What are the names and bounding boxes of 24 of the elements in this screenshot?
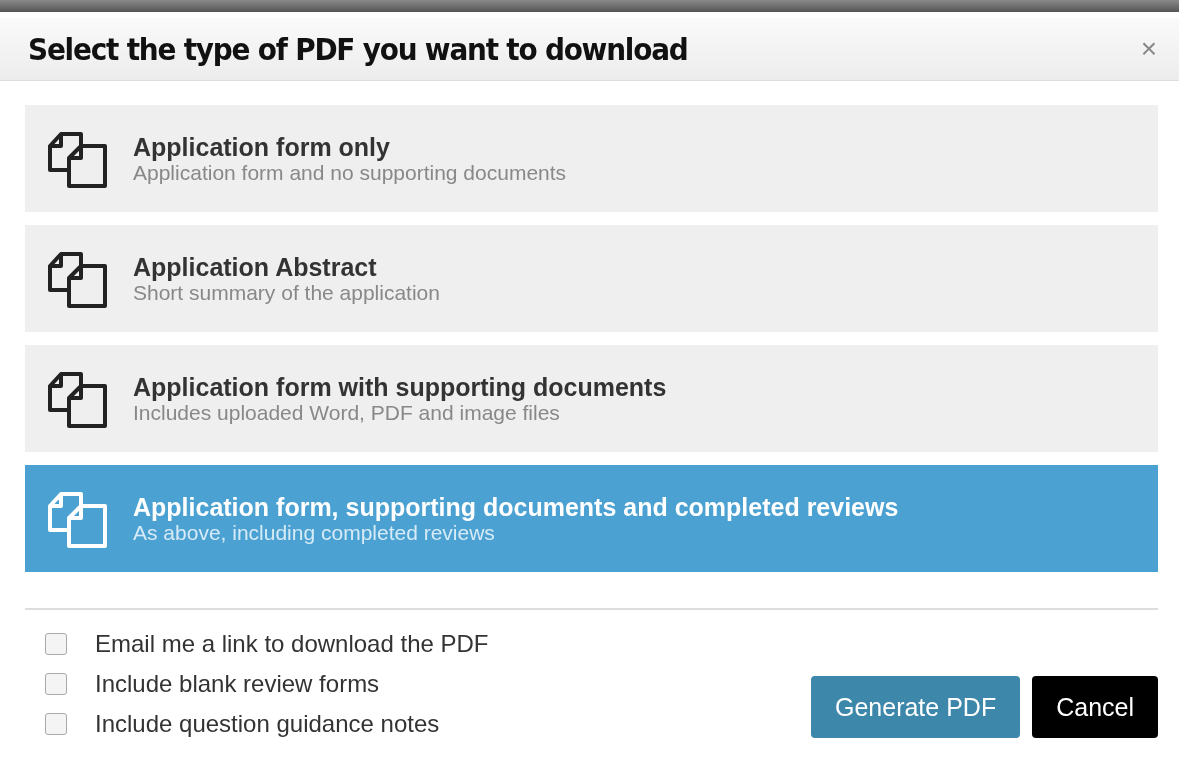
checkbox[interactable] <box>45 633 67 655</box>
option-title: Application Abstract <box>133 252 378 281</box>
checkbox[interactable] <box>45 673 67 695</box>
option-title: Application form only <box>133 132 391 161</box>
generate-button[interactable]: Generate PDF <box>811 676 1021 738</box>
documents-icon <box>47 129 109 188</box>
cancel-button[interactable]: Cancel <box>1032 676 1158 738</box>
pdf-type-option[interactable]: Application form only Application form and no supporting documents <box>25 105 1158 212</box>
checkbox-label: Include blank review forms <box>95 670 380 698</box>
dialog-title: Select the type of PDF you want to download <box>28 31 688 67</box>
pdf-type-option[interactable]: Application form with supporting documents Includes uploaded Word, PDF and image files <box>25 345 1158 452</box>
checkbox-label: Include question guidance notes <box>95 710 440 738</box>
checkbox[interactable] <box>45 713 67 735</box>
option-title: Application form with supporting documents <box>133 372 667 401</box>
option-description: Short summary of the application <box>133 280 440 305</box>
option-description: Application form and no supporting documents <box>133 160 567 185</box>
documents-icon <box>47 369 109 428</box>
documents-icon <box>47 249 109 308</box>
pdf-type-option[interactable]: Application Abstract Short summary of the application <box>25 225 1158 332</box>
option-description: Includes uploaded Word, PDF and image files <box>133 400 561 425</box>
checkbox-label: Email me a link to download the PDF <box>95 630 489 658</box>
documents-icon <box>47 489 109 548</box>
option-title: Application form, supporting documents and completed reviews <box>133 492 899 521</box>
option-description: As above, including completed reviews <box>133 520 496 545</box>
